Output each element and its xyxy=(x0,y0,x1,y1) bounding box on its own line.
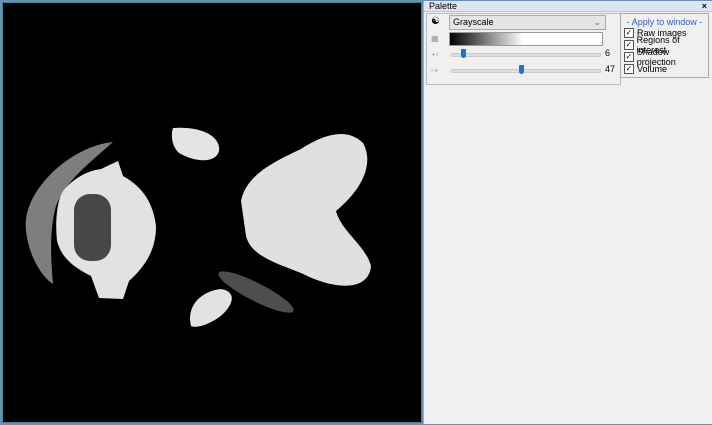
high-value: 47 xyxy=(605,64,616,74)
check-icon[interactable]: ✓ xyxy=(624,28,634,38)
chevron-down-icon: ⌄ xyxy=(593,17,601,27)
top-blob xyxy=(171,127,220,161)
low-slider-thumb[interactable] xyxy=(461,49,466,58)
colormap-value: Grayscale xyxy=(453,17,494,27)
check-icon[interactable]: ✓ xyxy=(624,40,634,50)
gradient-icon: ▦ xyxy=(431,34,439,43)
colormap-select[interactable]: Grayscale ⌄ xyxy=(449,15,606,30)
ct-slice-image xyxy=(25,127,371,327)
apply-to-window-group: - Apply to window - ✓ Raw images ✓ Regions… xyxy=(620,13,709,78)
check-icon[interactable]: ✓ xyxy=(624,52,634,62)
colormap-gradient xyxy=(449,32,603,46)
apply-title[interactable]: - Apply to window - xyxy=(621,17,708,27)
large-blob xyxy=(241,133,371,286)
checkbox-label: Volume xyxy=(637,64,668,74)
palette-panel: Palette × ☯ Grayscale ⌄ ▦ +▫ 6 ▫+ 47 - App… xyxy=(423,1,712,424)
image-viewport[interactable] xyxy=(2,2,422,423)
close-icon[interactable]: × xyxy=(702,1,707,11)
yin-yang-icon[interactable]: ☯ xyxy=(431,16,440,27)
palette-titlebar: Palette × xyxy=(424,1,712,12)
small-blob xyxy=(190,289,232,327)
low-value: 6 xyxy=(605,48,611,58)
high-slider-thumb[interactable] xyxy=(519,65,524,74)
checkbox-shadow-projection[interactable]: ✓ Shadow projection xyxy=(621,47,708,67)
palette-title: Palette xyxy=(429,1,458,11)
colormap-controls: ☯ Grayscale ⌄ ▦ +▫ 6 ▫+ 47 xyxy=(426,13,621,85)
check-icon[interactable]: ✓ xyxy=(624,64,634,74)
ring-hole xyxy=(74,194,111,261)
low-threshold-icon: +▫ xyxy=(431,50,439,59)
high-threshold-icon: ▫+ xyxy=(431,66,439,75)
high-slider[interactable] xyxy=(451,65,601,74)
low-slider[interactable] xyxy=(451,49,601,58)
